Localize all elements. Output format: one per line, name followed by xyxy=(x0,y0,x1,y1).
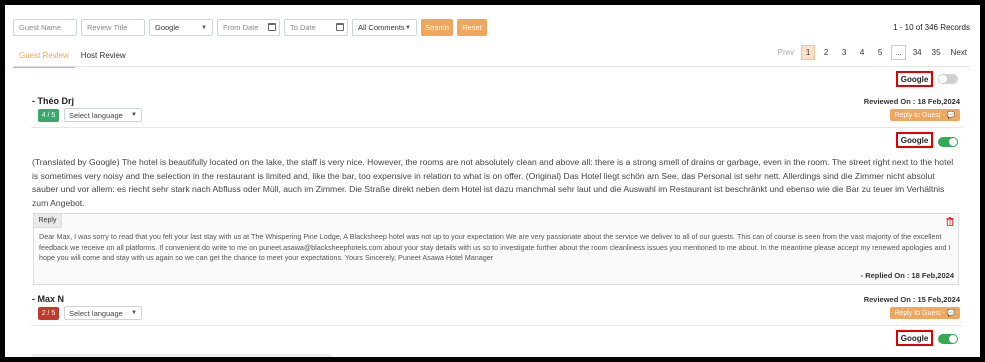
review-divider xyxy=(31,325,962,326)
review-title-input[interactable]: Review Title xyxy=(81,19,145,36)
reply-box: Reply Dear Max, I was sorry to read that… xyxy=(33,213,959,285)
pagination-ellipsis[interactable]: ... xyxy=(891,45,906,60)
calendar-icon[interactable] xyxy=(336,23,344,31)
trash-icon[interactable] xyxy=(946,217,954,226)
review-divider xyxy=(31,127,962,128)
review-source-label: Google xyxy=(896,132,933,148)
reply-to-guest-button[interactable]: Reply to Guest - 💬 xyxy=(890,109,960,121)
to-date-input[interactable]: To Date xyxy=(284,19,348,36)
toggle-knob xyxy=(949,335,957,343)
pagination-page[interactable]: 35 xyxy=(929,45,944,60)
review-tabs: Guest Review Host Review xyxy=(13,47,132,68)
next-review-preview xyxy=(32,354,332,357)
language-select[interactable]: Select language ▼ xyxy=(64,108,142,122)
pagination-next[interactable]: Next xyxy=(948,45,970,60)
review-source-label: Google xyxy=(896,330,933,346)
review-panel: Guest Name Review Title Google ▼ From Da… xyxy=(5,5,980,357)
publish-toggle[interactable] xyxy=(938,334,958,344)
chevron-down-icon: ▼ xyxy=(405,24,411,31)
toggle-knob xyxy=(939,75,947,83)
guest-name-input[interactable]: Guest Name xyxy=(13,19,77,36)
reviewed-on: Reviewed On : 15 Feb,2024 xyxy=(863,295,960,304)
tab-guest-review[interactable]: Guest Review xyxy=(13,47,75,68)
pagination-page[interactable]: 5 xyxy=(873,45,887,60)
reviewer-name: - Théo Drj xyxy=(32,96,74,106)
language-select[interactable]: Select language ▼ xyxy=(64,306,142,320)
calendar-icon[interactable] xyxy=(268,23,276,31)
reply-to-guest-button[interactable]: Reply to Guest - 💬 xyxy=(890,307,960,319)
reset-button[interactable]: Reset xyxy=(457,19,487,36)
pagination-page[interactable]: 2 xyxy=(819,45,833,60)
reviewed-on: Reviewed On : 18 Feb,2024 xyxy=(863,97,960,106)
comments-select-value: All Comments xyxy=(358,23,405,32)
tab-host-review[interactable]: Host Review xyxy=(75,47,132,68)
reply-label: Reply xyxy=(34,214,62,228)
pagination-page[interactable]: 1 xyxy=(801,45,816,60)
search-button[interactable]: Search xyxy=(421,19,453,36)
tab-divider xyxy=(13,66,970,67)
pagination-page[interactable]: 4 xyxy=(855,45,869,60)
review-title-placeholder: Review Title xyxy=(87,23,128,32)
filter-bar: Guest Name Review Title Google ▼ From Da… xyxy=(13,19,491,36)
pagination-page[interactable]: 3 xyxy=(837,45,851,60)
language-select-placeholder: Select language xyxy=(69,110,123,120)
chevron-down-icon: ▼ xyxy=(201,24,207,31)
rating-badge: 2 / 5 xyxy=(38,307,59,320)
chevron-down-icon: ▼ xyxy=(131,112,137,118)
pagination-prev[interactable]: Prev xyxy=(775,45,797,60)
publish-toggle[interactable] xyxy=(938,137,958,147)
records-count: 1 - 10 of 346 Records xyxy=(893,23,970,32)
to-date-placeholder: To Date xyxy=(290,23,316,32)
from-date-input[interactable]: From Date xyxy=(217,19,280,36)
source-select[interactable]: Google ▼ xyxy=(149,19,213,36)
rating-badge: 4 / 5 xyxy=(38,109,59,122)
from-date-placeholder: From Date xyxy=(223,23,259,32)
review-source-label: Google xyxy=(896,71,933,87)
reviewer-name: - Max N xyxy=(32,294,65,304)
publish-toggle[interactable] xyxy=(938,74,958,84)
review-text: (Translated by Google) The hotel is beau… xyxy=(32,157,954,208)
replied-on: - Replied On : 18 Feb,2024 xyxy=(860,271,954,280)
chevron-down-icon: ▼ xyxy=(131,310,137,316)
pagination: Prev 1 2 3 4 5 ... 34 35 Next xyxy=(771,45,970,60)
guest-name-placeholder: Guest Name xyxy=(19,23,62,32)
source-select-value: Google xyxy=(155,23,180,32)
reply-text: Dear Max, I was sorry to read that you f… xyxy=(39,232,951,262)
comments-select[interactable]: All Comments ▼ xyxy=(352,19,417,36)
language-select-placeholder: Select language xyxy=(69,308,123,318)
pagination-page[interactable]: 34 xyxy=(910,45,925,60)
toggle-knob xyxy=(949,138,957,146)
